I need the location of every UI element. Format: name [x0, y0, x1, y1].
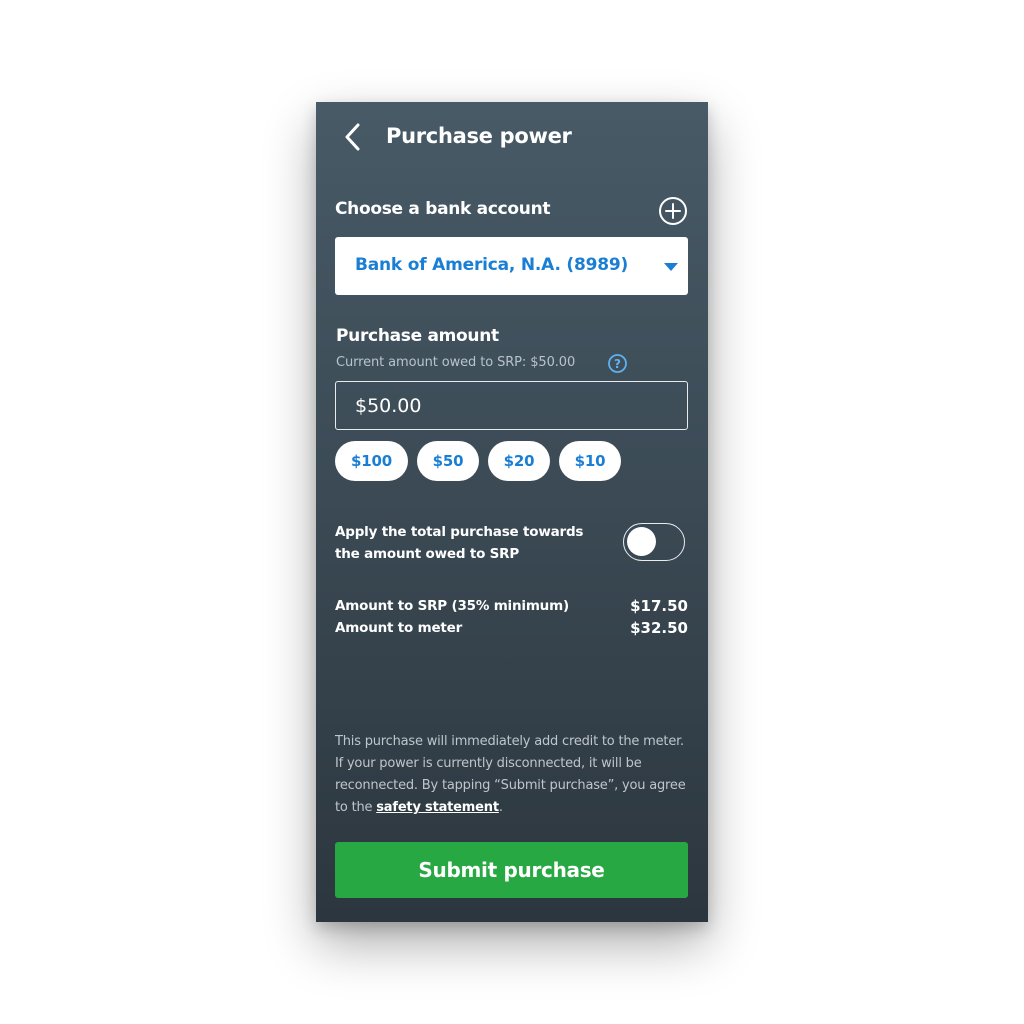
caret-down-icon — [664, 263, 678, 271]
purchase-power-screen: Purchase power Choose a bank account Ban… — [316, 102, 708, 922]
disclaimer-end: . — [498, 800, 503, 815]
bank-account-select[interactable]: Bank of America, N.A. (8989) — [335, 237, 688, 295]
chevron-left-icon[interactable] — [342, 122, 364, 152]
amount-to-srp-value: $17.50 — [630, 597, 688, 615]
apply-to-srp-label: Apply the total purchase towards the amo… — [335, 524, 584, 562]
bank-account-label: Choose a bank account — [335, 199, 551, 219]
amount-to-meter-value: $32.50 — [630, 619, 688, 637]
quick-amount-100[interactable]: $100 — [335, 441, 408, 481]
amount-to-srp-label: Amount to SRP (35% minimum) — [335, 598, 569, 614]
purchase-amount-input[interactable] — [335, 381, 688, 430]
bank-account-selected: Bank of America, N.A. (8989) — [355, 255, 629, 275]
quick-amount-50[interactable]: $50 — [417, 441, 479, 481]
toggle-knob — [627, 527, 656, 556]
purchase-amount-label: Purchase amount — [336, 326, 499, 346]
plus-circle-icon[interactable] — [658, 196, 688, 226]
amount-to-meter-label: Amount to meter — [335, 620, 463, 636]
disclaimer-text: This purchase will immediately add credi… — [335, 731, 691, 819]
quick-amount-20[interactable]: $20 — [488, 441, 550, 481]
page-title: Purchase power — [386, 124, 572, 148]
quick-amount-10[interactable]: $10 — [559, 441, 621, 481]
question-circle-icon[interactable]: ? — [607, 353, 628, 374]
svg-text:?: ? — [614, 357, 621, 371]
apply-to-srp-toggle[interactable] — [623, 523, 685, 561]
safety-statement-link[interactable]: safety statement — [376, 800, 499, 815]
submit-purchase-button[interactable]: Submit purchase — [335, 842, 688, 898]
amount-owed-text: Current amount owed to SRP: $50.00 — [336, 355, 576, 370]
